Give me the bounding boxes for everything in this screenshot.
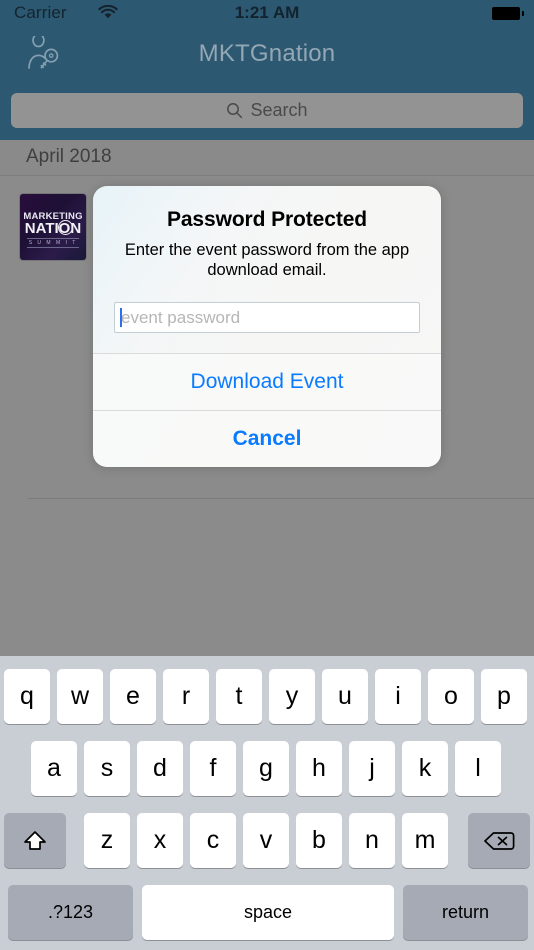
key-j[interactable]: j — [349, 741, 395, 796]
return-key[interactable]: return — [403, 885, 528, 940]
key-h[interactable]: h — [296, 741, 342, 796]
shift-key[interactable] — [4, 813, 66, 868]
key-g[interactable]: g — [243, 741, 289, 796]
event-password-input[interactable]: event password — [114, 302, 420, 333]
thumbnail-line-2: NATION — [24, 220, 82, 237]
key-a[interactable]: a — [31, 741, 77, 796]
key-y[interactable]: y — [269, 669, 315, 724]
event-thumbnail[interactable]: MARKETING NATION S U M M I T — [20, 194, 86, 260]
key-e[interactable]: e — [110, 669, 156, 724]
search-input[interactable]: Search — [11, 93, 523, 128]
key-z[interactable]: z — [84, 813, 130, 868]
key-i[interactable]: i — [375, 669, 421, 724]
key-s[interactable]: s — [84, 741, 130, 796]
phone-screen: Carrier 1:21 AM MKTGnation Search April … — [0, 0, 534, 950]
thumbnail-line-3: S U M M I T — [27, 238, 79, 248]
section-header-label: April 2018 — [26, 146, 112, 167]
numbers-key[interactable]: .?123 — [8, 885, 133, 940]
key-p[interactable]: p — [481, 669, 527, 724]
key-k[interactable]: k — [402, 741, 448, 796]
key-x[interactable]: x — [137, 813, 183, 868]
key-c[interactable]: c — [190, 813, 236, 868]
text-caret — [120, 308, 122, 327]
page-title: MKTGnation — [198, 40, 336, 67]
search-placeholder: Search — [250, 100, 308, 120]
cancel-button[interactable]: Cancel — [93, 410, 441, 467]
key-v[interactable]: v — [243, 813, 289, 868]
key-b[interactable]: b — [296, 813, 342, 868]
key-r[interactable]: r — [163, 669, 209, 724]
search-icon — [226, 102, 243, 119]
thumbnail-logo-mark — [58, 220, 73, 235]
key-t[interactable]: t — [216, 669, 262, 724]
keyboard-row-2: a s d f g h j k l — [0, 741, 534, 796]
space-key[interactable]: space — [142, 885, 394, 940]
search-bar-container: Search — [0, 80, 534, 140]
navigation-bar: MKTGnation — [0, 28, 534, 80]
key-m[interactable]: m — [402, 813, 448, 868]
keyboard-row-1: q w e r t y u i o p — [0, 669, 534, 724]
onscreen-keyboard: q w e r t y u i o p a s d f g h j k l z … — [0, 656, 534, 950]
status-bar: Carrier 1:21 AM — [0, 0, 534, 28]
key-o[interactable]: o — [428, 669, 474, 724]
key-q[interactable]: q — [4, 669, 50, 724]
status-time: 1:21 AM — [234, 3, 300, 22]
battery-full-icon — [492, 7, 524, 20]
dialog-title: Password Protected — [166, 208, 368, 231]
delete-key[interactable] — [468, 813, 530, 868]
event-password-placeholder: event password — [121, 307, 241, 327]
key-n[interactable]: n — [349, 813, 395, 868]
password-alert-dialog: Password Protected Enter the event passw… — [93, 186, 441, 467]
key-u[interactable]: u — [322, 669, 368, 724]
dialog-input-wrap: event password — [111, 302, 423, 333]
section-header: April 2018 — [0, 140, 534, 176]
key-w[interactable]: w — [57, 669, 103, 724]
keyboard-row-4: .?123 space return — [0, 885, 534, 940]
key-d[interactable]: d — [137, 741, 183, 796]
dialog-body: Password Protected Enter the event passw… — [93, 186, 441, 353]
backspace-delete-icon — [483, 829, 515, 853]
dialog-message: Enter the event password from the app do… — [124, 241, 410, 279]
download-event-button[interactable]: Download Event — [93, 353, 441, 410]
keyboard-row-3: z x c v b n m — [0, 813, 534, 868]
key-f[interactable]: f — [190, 741, 236, 796]
shift-arrow-icon — [21, 828, 49, 854]
row-separator — [28, 498, 534, 499]
key-l[interactable]: l — [455, 741, 501, 796]
